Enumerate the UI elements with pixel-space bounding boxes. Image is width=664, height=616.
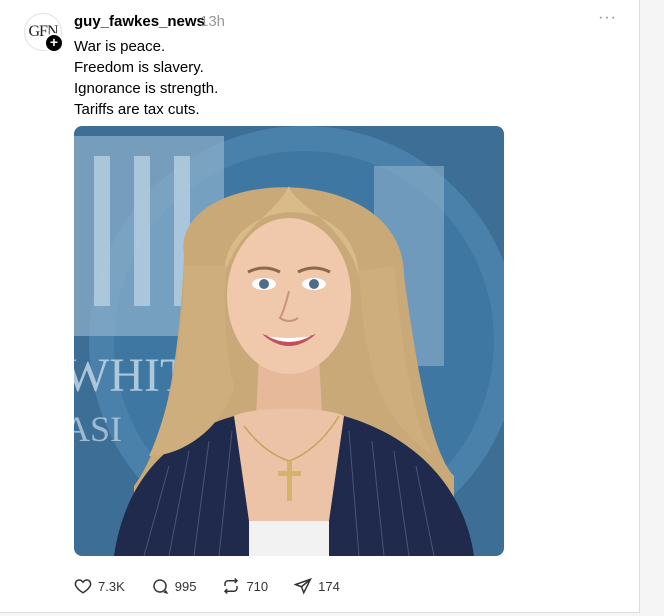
follow-plus-icon[interactable]: + <box>44 33 64 53</box>
reply-button[interactable]: 995 <box>151 577 197 595</box>
send-icon <box>294 577 313 595</box>
post-image[interactable]: WHIT ASI <box>74 126 504 556</box>
post-card: GFN + guy_fawkes_news 13h ··· War is pea… <box>0 0 640 613</box>
repost-icon <box>224 577 239 595</box>
comment-icon <box>153 579 169 594</box>
post-line: Tariffs are tax cuts. <box>74 101 200 118</box>
svg-text:ASI: ASI <box>74 409 122 449</box>
action-bar: 7.3K 995 710 174 <box>74 575 366 597</box>
username-link[interactable]: guy_fawkes_news <box>74 13 205 30</box>
post-line: Freedom is slavery. <box>74 59 204 76</box>
post-line: Ignorance is strength. <box>74 80 219 97</box>
like-button[interactable]: 7.3K <box>74 577 125 595</box>
share-button[interactable]: 174 <box>294 577 340 595</box>
like-count: 7.3K <box>98 578 125 594</box>
more-options-icon[interactable]: ··· <box>598 9 617 27</box>
repost-count: 710 <box>246 578 269 594</box>
share-count: 174 <box>318 578 340 594</box>
heart-icon <box>74 579 92 594</box>
post-text: War is peace. Freedom is slavery. Ignora… <box>74 36 218 120</box>
post-line: War is peace. <box>74 38 166 55</box>
repost-button[interactable]: 710 <box>222 577 268 595</box>
avatar[interactable]: GFN + <box>24 13 64 53</box>
post-time[interactable]: 13h <box>200 13 225 30</box>
reply-count: 995 <box>174 578 197 594</box>
